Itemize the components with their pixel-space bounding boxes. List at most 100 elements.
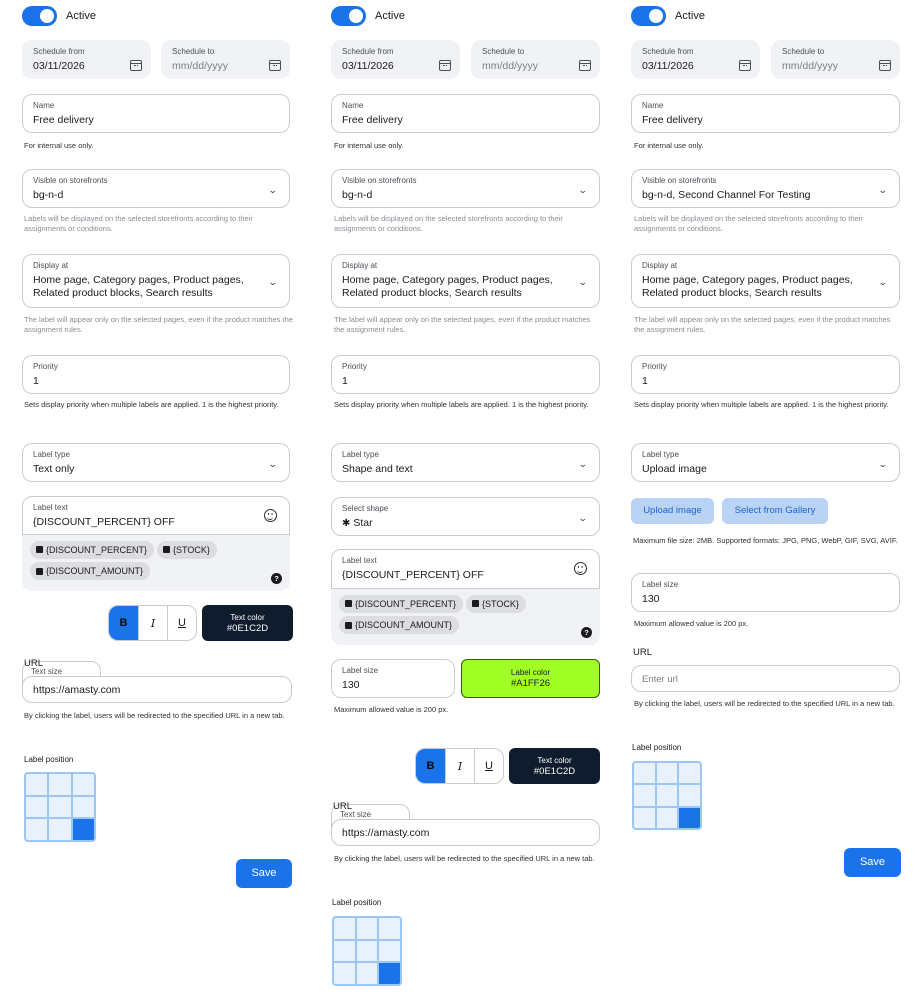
active-toggle[interactable] <box>331 6 366 26</box>
priority-field[interactable]: Priority 1 <box>331 355 600 394</box>
storefronts-select[interactable]: Visible on storefronts bg-n-d ⌄ <box>331 169 600 208</box>
name-field[interactable]: Name Free delivery <box>22 94 290 133</box>
bold-button[interactable]: B <box>109 606 138 640</box>
schedule-from-label: Schedule from <box>642 47 694 56</box>
active-toggle[interactable] <box>631 6 666 26</box>
position-cell-bottom-center[interactable] <box>49 819 71 840</box>
underline-button[interactable]: U <box>474 749 503 783</box>
label-color-button[interactable]: Label color #A1FF26 <box>461 659 600 698</box>
position-cell-bottom-right[interactable] <box>72 819 94 840</box>
calendar-icon[interactable] <box>269 60 281 71</box>
url-input[interactable]: Enter url <box>631 665 900 692</box>
url-input[interactable]: https://amasty.com <box>331 819 600 846</box>
position-cell-bottom-left[interactable] <box>634 807 655 828</box>
position-cell-middle-center[interactable] <box>656 785 678 806</box>
calendar-icon[interactable] <box>739 60 751 71</box>
schedule-to-field[interactable]: Schedule to mm/dd/yyyy <box>161 40 290 79</box>
position-cell-top-center[interactable] <box>49 774 71 795</box>
active-toggle-row[interactable]: Active <box>631 5 705 27</box>
schedule-to-field[interactable]: Schedule to mm/dd/yyyy <box>471 40 600 79</box>
label-size-field[interactable]: Label size 130 <box>331 659 455 698</box>
label-text-field[interactable]: Label text {DISCOUNT_PERCENT} OFF <box>22 496 290 535</box>
position-cell-middle-left[interactable] <box>634 785 655 806</box>
position-cell-bottom-center[interactable] <box>356 963 378 984</box>
active-toggle-row[interactable]: Active <box>22 5 96 27</box>
italic-button[interactable]: I <box>445 749 474 783</box>
active-toggle-row[interactable]: Active <box>331 5 405 27</box>
position-cell-bottom-left[interactable] <box>26 819 48 840</box>
name-value: Free delivery <box>342 114 403 126</box>
chevron-down-icon: ⌄ <box>578 184 589 195</box>
emoji-icon[interactable] <box>574 562 587 575</box>
schedule-to-field[interactable]: Schedule to mm/dd/yyyy <box>771 40 900 79</box>
bold-button[interactable]: B <box>416 749 445 783</box>
variable-chip-discount-percent[interactable]: {DISCOUNT_PERCENT} <box>339 594 464 613</box>
label-text-field[interactable]: Label text {DISCOUNT_PERCENT} OFF <box>331 549 600 589</box>
label-position-grid[interactable] <box>632 761 702 830</box>
position-cell-top-center[interactable] <box>356 918 378 939</box>
variable-chip-discount-amount[interactable]: {DISCOUNT_AMOUNT} <box>30 562 151 580</box>
upload-image-button[interactable]: Upload image <box>631 498 714 524</box>
schedule-from-field[interactable]: Schedule from 03/11/2026 <box>22 40 151 79</box>
variable-chip-stock[interactable]: {STOCK} <box>157 540 217 559</box>
position-cell-top-left[interactable] <box>26 774 48 795</box>
priority-field[interactable]: Priority 1 <box>631 355 900 394</box>
variable-chip-discount-percent[interactable]: {DISCOUNT_PERCENT} <box>30 540 155 559</box>
label-type-select[interactable]: Label type Text only ⌄ <box>22 443 290 482</box>
label-type-select[interactable]: Label type Shape and text ⌄ <box>331 443 600 482</box>
calendar-icon[interactable] <box>879 60 891 71</box>
label-color-hex: #A1FF26 <box>510 678 551 689</box>
storefronts-select[interactable]: Visible on storefronts bg-n-d, Second Ch… <box>631 169 900 208</box>
position-cell-middle-left[interactable] <box>26 796 48 818</box>
select-from-gallery-button[interactable]: Select from Gallery <box>722 498 828 524</box>
position-cell-top-right[interactable] <box>72 774 94 795</box>
position-cell-bottom-left[interactable] <box>334 963 355 984</box>
italic-button[interactable]: I <box>138 606 167 640</box>
help-icon[interactable]: ? <box>271 573 282 584</box>
name-label: Name <box>33 101 55 110</box>
storefronts-select[interactable]: Visible on storefronts bg-n-d ⌄ <box>22 169 290 208</box>
text-color-button[interactable]: Text color #0E1C2D <box>202 605 293 641</box>
help-icon[interactable]: ? <box>581 627 592 638</box>
position-cell-middle-center[interactable] <box>49 796 71 818</box>
label-size-field[interactable]: Label size 130 <box>631 573 900 612</box>
label-position-grid[interactable] <box>24 772 96 842</box>
text-color-button[interactable]: Text color #0E1C2D <box>509 748 600 784</box>
position-cell-middle-right[interactable] <box>679 785 700 806</box>
emoji-icon[interactable] <box>264 509 277 522</box>
save-button[interactable]: Save <box>236 859 292 888</box>
position-cell-top-right[interactable] <box>679 763 700 784</box>
save-button[interactable]: Save <box>844 848 901 877</box>
position-cell-middle-center[interactable] <box>356 940 378 962</box>
display-at-select[interactable]: Display at Home page, Category pages, Pr… <box>331 254 600 308</box>
position-cell-middle-left[interactable] <box>334 940 355 962</box>
position-cell-top-left[interactable] <box>634 763 655 784</box>
priority-field[interactable]: Priority 1 <box>22 355 290 394</box>
position-cell-top-left[interactable] <box>334 918 355 939</box>
position-cell-middle-right[interactable] <box>72 796 94 818</box>
name-field[interactable]: Name Free delivery <box>631 94 900 133</box>
position-cell-middle-right[interactable] <box>379 940 400 962</box>
label-type-select[interactable]: Label type Upload image ⌄ <box>631 443 900 482</box>
schedule-from-field[interactable]: Schedule from 03/11/2026 <box>331 40 460 79</box>
display-at-select[interactable]: Display at Home page, Category pages, Pr… <box>631 254 900 308</box>
active-toggle[interactable] <box>22 6 57 26</box>
name-field[interactable]: Name Free delivery <box>331 94 600 133</box>
variable-chip-stock[interactable]: {STOCK} <box>466 594 526 613</box>
position-cell-bottom-right[interactable] <box>679 807 700 828</box>
position-cell-top-right[interactable] <box>379 918 400 939</box>
underline-button[interactable]: U <box>167 606 196 640</box>
calendar-icon[interactable] <box>130 60 142 71</box>
variable-chip-discount-amount[interactable]: {DISCOUNT_AMOUNT} <box>339 616 460 634</box>
calendar-icon[interactable] <box>439 60 451 71</box>
position-cell-bottom-center[interactable] <box>656 807 678 828</box>
display-at-select[interactable]: Display at Home page, Category pages, Pr… <box>22 254 290 308</box>
label-position-grid[interactable] <box>332 916 402 986</box>
schedule-from-field[interactable]: Schedule from 03/11/2026 <box>631 40 760 79</box>
select-shape-select[interactable]: Select shape ✱ Star ⌄ <box>331 497 600 536</box>
position-cell-top-center[interactable] <box>656 763 678 784</box>
url-input[interactable]: https://amasty.com <box>22 676 292 703</box>
label-size-value: 130 <box>342 679 360 691</box>
position-cell-bottom-right[interactable] <box>379 963 400 984</box>
calendar-icon[interactable] <box>579 60 591 71</box>
